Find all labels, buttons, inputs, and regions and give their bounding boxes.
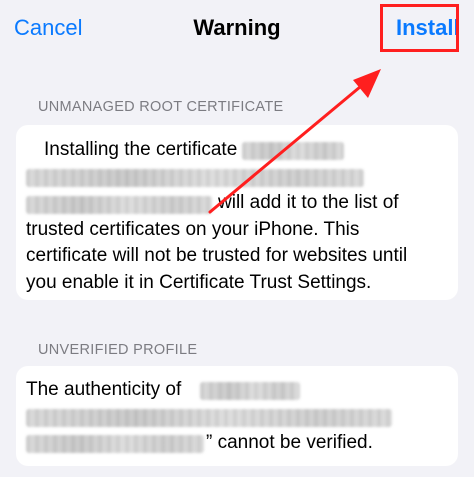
root-cert-text-line-5: you enable it in Certificate Trust Setti… [26,271,372,293]
root-cert-text-line-3: trusted certificates on your iPhone. Thi… [26,218,360,240]
install-highlight-box [380,4,459,52]
root-cert-text-line-1: Installing the certificate [44,139,238,160]
root-certificate-card: Installing the certificate will add it t… [16,125,458,300]
profile-text-line-2: ” cannot be verified. [206,432,373,453]
section-header-unverified-profile: UNVERIFIED PROFILE [38,342,198,358]
redacted-profile-name [200,382,300,400]
redacted-certificate-name [242,142,344,160]
redacted-certificate-name [26,196,212,214]
redacted-profile-name [26,409,392,427]
redacted-certificate-name [26,169,364,187]
root-cert-text-line-2: will add it to the list of [218,192,399,213]
redacted-profile-name [26,435,204,453]
section-header-root-certificate: UNMANAGED ROOT CERTIFICATE [38,99,284,115]
unverified-profile-card: The authenticity of ” cannot be verified… [16,366,458,466]
profile-text-line-1: The authenticity of [26,379,182,400]
root-cert-text-line-4: certificate will not be trusted for webs… [26,245,408,266]
